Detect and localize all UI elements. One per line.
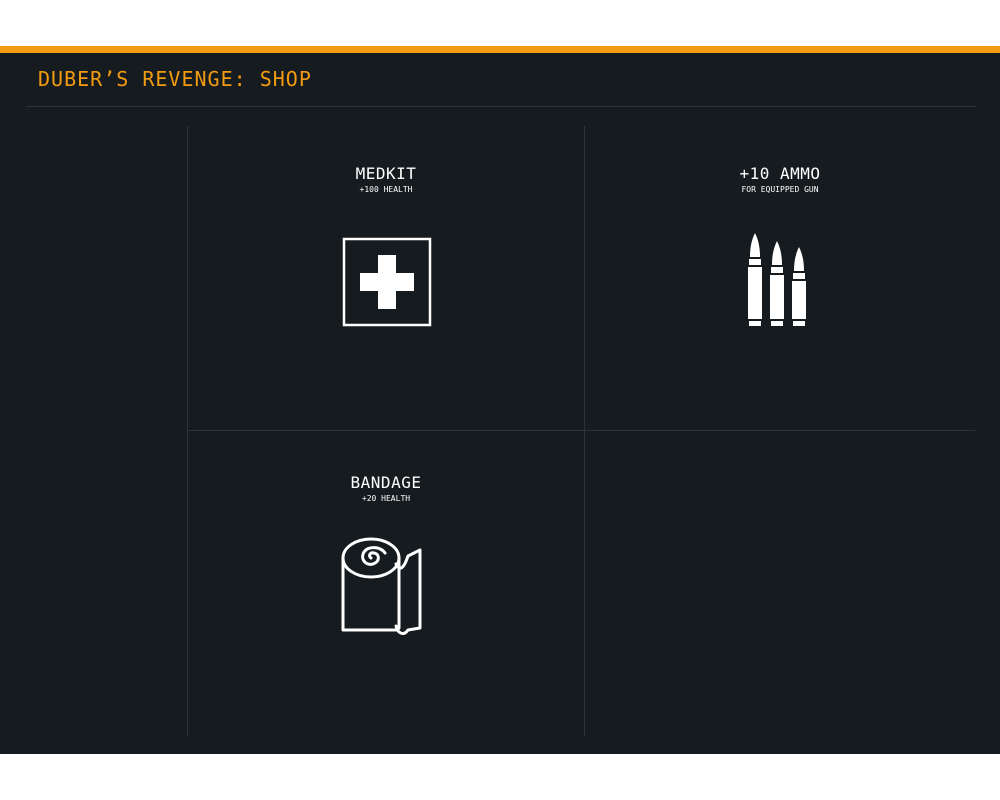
shop-grid: MEDKIT +100 HEALTH +10 AMMO FOR EQUIPPED… — [187, 126, 975, 736]
bandage-icon — [341, 537, 422, 635]
shop-window: DUBER’S REVENGE: SHOP MEDKIT +100 HEALTH… — [0, 46, 1000, 754]
item-name: +10 AMMO — [739, 164, 821, 183]
accent-stripe — [0, 46, 1000, 53]
shop-item-medkit[interactable]: MEDKIT +100 HEALTH — [188, 126, 584, 430]
ammo-icon — [748, 233, 806, 326]
shop-header: DUBER’S REVENGE: SHOP — [26, 53, 976, 107]
empty-shop-slot — [585, 431, 975, 736]
bottom-margin — [0, 754, 1000, 800]
item-name: BANDAGE — [350, 473, 422, 492]
shop-item-bandage[interactable]: BANDAGE +20 HEALTH — [188, 431, 584, 736]
item-description: +20 HEALTH — [361, 494, 411, 503]
page-title: DUBER’S REVENGE: SHOP — [38, 67, 312, 91]
shop-item-ammo[interactable]: +10 AMMO FOR EQUIPPED GUN — [585, 126, 975, 430]
item-description: FOR EQUIPPED GUN — [741, 185, 819, 194]
top-margin — [0, 0, 1000, 46]
medkit-icon — [342, 237, 432, 327]
item-name: MEDKIT — [355, 164, 417, 183]
item-description: +100 HEALTH — [359, 185, 413, 194]
